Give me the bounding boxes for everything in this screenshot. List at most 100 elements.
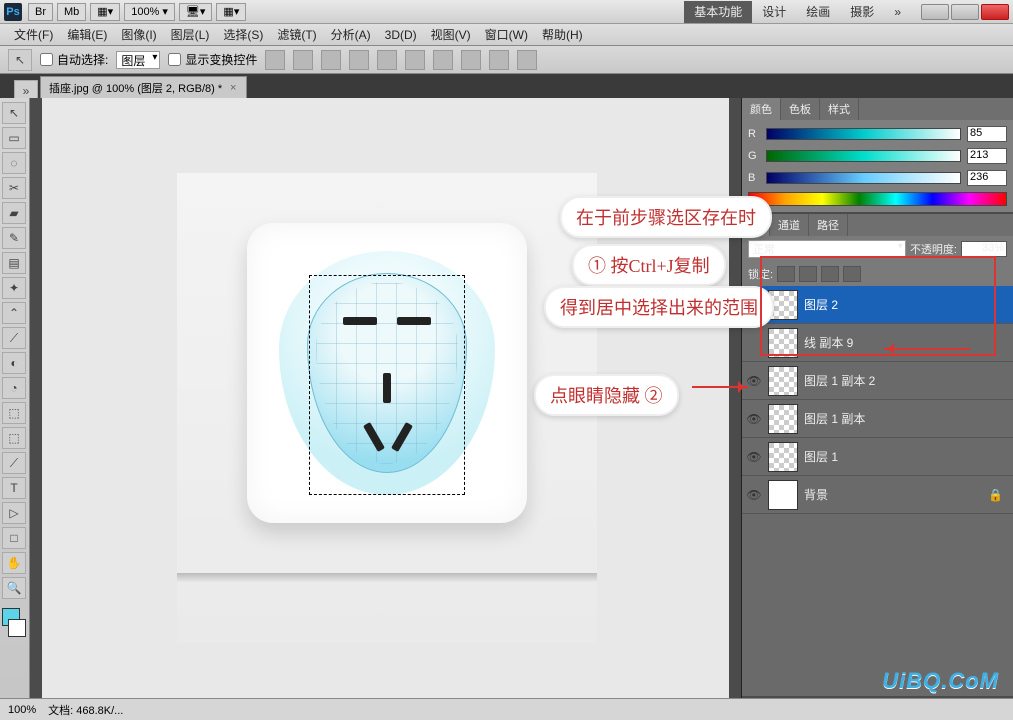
color-g-value[interactable]: 213 <box>967 148 1007 164</box>
menu-help[interactable]: 帮助(H) <box>536 24 589 45</box>
close-button[interactable] <box>981 4 1009 20</box>
menu-file[interactable]: 文件(F) <box>8 24 59 45</box>
align-icon-5[interactable] <box>377 50 397 70</box>
workspace-tab-essentials[interactable]: 基本功能 <box>684 1 752 23</box>
move-tool[interactable]: ↖ <box>2 102 26 124</box>
color-b-value[interactable]: 236 <box>967 170 1007 186</box>
zoom-tool[interactable]: 🔍 <box>2 577 26 599</box>
pen-tool[interactable]: ⟋ <box>2 452 26 474</box>
layer-item[interactable]: 图层 1 副本 2 <box>742 362 1013 400</box>
color-r-value[interactable]: 85 <box>967 126 1007 142</box>
path-select-tool[interactable]: ▷ <box>2 502 26 524</box>
menu-window[interactable]: 窗口(W) <box>479 24 534 45</box>
color-g-slider[interactable] <box>766 150 961 162</box>
dodge-tool[interactable]: ⬚ <box>2 427 26 449</box>
workspace-more[interactable]: » <box>884 1 911 23</box>
healing-tool[interactable]: ▤ <box>2 252 26 274</box>
marquee-tool[interactable]: ▭ <box>2 127 26 149</box>
layer-thumbnail[interactable] <box>768 480 798 510</box>
screen-mode-button[interactable]: 🖥▾ <box>179 3 213 21</box>
align-icon-1[interactable] <box>265 50 285 70</box>
layer-name[interactable]: 背景 <box>804 486 828 503</box>
align-icon-6[interactable] <box>405 50 425 70</box>
menu-image[interactable]: 图像(I) <box>115 24 162 45</box>
tab-color[interactable]: 颜色 <box>742 98 781 120</box>
brush-tool[interactable]: ✦ <box>2 277 26 299</box>
minimize-button[interactable] <box>921 4 949 20</box>
menu-filter[interactable]: 滤镜(T) <box>271 24 322 45</box>
distribute-icon-4[interactable] <box>517 50 537 70</box>
workspace-tab-photography[interactable]: 摄影 <box>840 1 884 23</box>
menu-edit[interactable]: 编辑(E) <box>61 24 113 45</box>
workspace-tab-design[interactable]: 设计 <box>752 1 796 23</box>
quick-select-tool[interactable]: ✂ <box>2 177 26 199</box>
show-transform-checkbox[interactable]: 显示变换控件 <box>168 51 257 68</box>
auto-select-label: 自动选择: <box>57 51 108 68</box>
color-r-slider[interactable] <box>766 128 961 140</box>
layer-thumbnail[interactable] <box>768 442 798 472</box>
layer-name[interactable]: 图层 1 副本 <box>804 410 865 427</box>
visibility-toggle-icon[interactable] <box>746 449 762 465</box>
menu-layer[interactable]: 图层(L) <box>165 24 216 45</box>
tab-paths[interactable]: 路径 <box>809 214 848 236</box>
layer-thumbnail[interactable] <box>768 366 798 396</box>
align-icon-2[interactable] <box>293 50 313 70</box>
layer-item[interactable]: 背景 🔒 <box>742 476 1013 514</box>
right-dock: 颜色 色板 样式 R 85 G 213 B 236 <box>741 98 1013 698</box>
menu-view[interactable]: 视图(V) <box>425 24 477 45</box>
tab-channels[interactable]: 通道 <box>770 214 809 236</box>
opacity-value[interactable]: 33% <box>961 241 1007 257</box>
eraser-tool[interactable]: ◐ <box>2 352 26 374</box>
document-tab-close-icon[interactable]: × <box>228 83 238 93</box>
view-extras-button[interactable]: ▦▾ <box>90 3 120 21</box>
auto-select-input[interactable] <box>40 53 53 66</box>
zoom-level[interactable]: 100% <box>8 704 36 716</box>
menu-analysis[interactable]: 分析(A) <box>325 24 377 45</box>
menu-select[interactable]: 选择(S) <box>217 24 269 45</box>
hand-tool[interactable]: ✋ <box>2 552 26 574</box>
stamp-tool[interactable]: ⌃ <box>2 302 26 324</box>
blur-tool[interactable]: ⬚ <box>2 402 26 424</box>
zoom-level-dropdown[interactable]: 100% ▾ <box>124 3 175 21</box>
background-color-swatch[interactable] <box>8 619 26 637</box>
visibility-toggle-icon[interactable] <box>746 411 762 427</box>
layer-name[interactable]: 图层 1 <box>804 448 838 465</box>
crop-tool[interactable]: ▰ <box>2 202 26 224</box>
history-brush-tool[interactable]: ⟋ <box>2 327 26 349</box>
auto-select-target-dropdown[interactable]: 图层 <box>116 51 160 69</box>
auto-select-checkbox[interactable]: 自动选择: <box>40 51 108 68</box>
shape-tool[interactable]: □ <box>2 527 26 549</box>
color-spectrum[interactable] <box>748 192 1007 206</box>
workspace-tab-painting[interactable]: 绘画 <box>796 1 840 23</box>
lasso-tool[interactable]: ◌ <box>2 152 26 174</box>
distribute-icon-1[interactable] <box>433 50 453 70</box>
document-size-info[interactable]: 文档: 468.8K/... <box>48 702 123 718</box>
layer-thumbnail[interactable] <box>768 404 798 434</box>
distribute-icon-2[interactable] <box>461 50 481 70</box>
visibility-toggle-icon[interactable] <box>746 487 762 503</box>
align-icon-3[interactable] <box>321 50 341 70</box>
bridge-button[interactable]: Br <box>28 3 53 21</box>
minibridge-button[interactable]: Mb <box>57 3 86 21</box>
distribute-icon-3[interactable] <box>489 50 509 70</box>
show-transform-input[interactable] <box>168 53 181 66</box>
menu-3d[interactable]: 3D(D) <box>379 26 423 44</box>
tab-styles[interactable]: 样式 <box>820 98 859 120</box>
maximize-button[interactable] <box>951 4 979 20</box>
gradient-tool[interactable]: ◔ <box>2 377 26 399</box>
document-tab[interactable]: 插座.jpg @ 100% (图层 2, RGB/8) * × <box>40 76 247 98</box>
annotation-bubble: 在于前步骤选区存在时 <box>560 196 772 238</box>
annotation-bubble: 点眼睛隐藏 ② <box>534 374 679 416</box>
layer-item[interactable]: 图层 1 <box>742 438 1013 476</box>
layer-item[interactable]: 图层 1 副本 <box>742 400 1013 438</box>
arrange-docs-button[interactable]: ▦▾ <box>216 3 246 21</box>
layer-name[interactable]: 图层 1 副本 2 <box>804 372 875 389</box>
tab-swatches[interactable]: 色板 <box>781 98 820 120</box>
type-tool[interactable]: T <box>2 477 26 499</box>
color-b-label: B <box>748 172 760 184</box>
color-b-slider[interactable] <box>766 172 961 184</box>
status-bar: 100% 文档: 468.8K/... <box>0 698 1013 720</box>
layers-panel-tabs: 层 通道 路径 <box>742 214 1013 236</box>
eyedropper-tool[interactable]: ✎ <box>2 227 26 249</box>
align-icon-4[interactable] <box>349 50 369 70</box>
